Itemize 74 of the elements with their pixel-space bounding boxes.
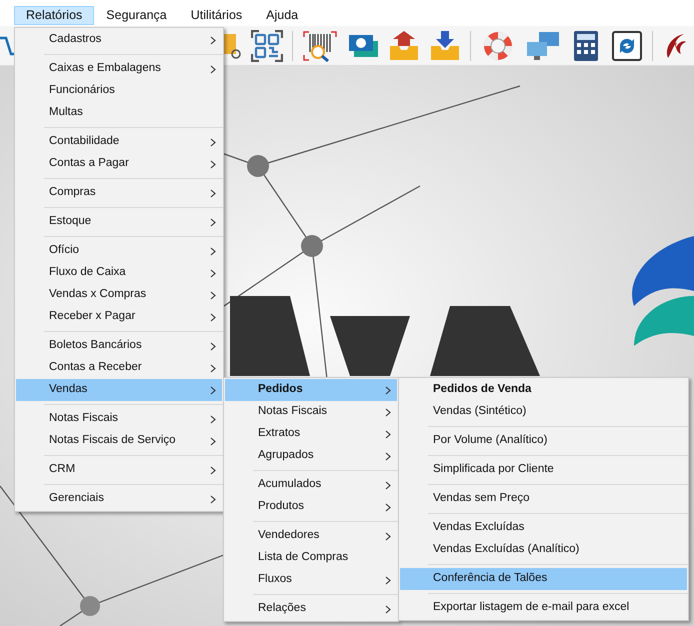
- chevron-right-icon: [210, 188, 216, 198]
- chevron-right-icon: [210, 138, 216, 146]
- chevron-right-icon: [210, 342, 216, 350]
- menu-item[interactable]: Relações: [225, 598, 397, 620]
- chevron-right-icon: [210, 64, 216, 74]
- menu-item[interactable]: Estoque: [16, 211, 222, 233]
- menu-item[interactable]: Notas Fiscais: [16, 408, 222, 430]
- chevron-right-icon: [385, 502, 391, 512]
- chevron-right-icon: [385, 452, 391, 460]
- menu-item[interactable]: Receber x Pagar: [16, 306, 222, 328]
- menu-item[interactable]: Vendas sem Preço: [400, 488, 687, 510]
- menu-item[interactable]: Contabilidade: [16, 131, 222, 153]
- menu-item[interactable]: Exportar listagem de e-mail para excel: [400, 597, 687, 619]
- menu-item[interactable]: Agrupados: [225, 445, 397, 467]
- chevron-right-icon: [210, 436, 216, 446]
- barcode-search-icon[interactable]: [302, 30, 338, 62]
- menu-item[interactable]: Compras: [16, 182, 222, 204]
- menu-item[interactable]: Contas a Receber: [16, 357, 222, 379]
- menu-item[interactable]: Vendedores: [225, 525, 397, 547]
- menu-item[interactable]: Cadastros: [16, 29, 222, 51]
- menu-item[interactable]: Vendas: [16, 379, 222, 401]
- menu-item[interactable]: Contas a Pagar: [16, 153, 222, 175]
- chevron-right-icon: [210, 36, 216, 44]
- menu-item[interactable]: Pedidos: [225, 379, 397, 401]
- menu-item[interactable]: Extratos: [225, 423, 397, 445]
- menu-bar-item[interactable]: Ajuda: [254, 6, 310, 25]
- chevron-right-icon: [385, 604, 391, 614]
- computers-icon[interactable]: [525, 30, 561, 62]
- menu-item[interactable]: Gerenciais: [16, 488, 222, 510]
- menu-item[interactable]: Pedidos de Venda: [400, 379, 687, 401]
- refresh-icon[interactable]: [611, 30, 643, 62]
- chevron-right-icon: [210, 494, 216, 504]
- chevron-right-icon: [210, 414, 216, 424]
- download-tray-icon[interactable]: [429, 30, 461, 62]
- chevron-right-icon: [210, 268, 216, 278]
- menu-item[interactable]: Vendas (Sintético): [400, 401, 687, 423]
- menu-bar-item[interactable]: Segurança: [94, 6, 179, 25]
- menu-item[interactable]: Boletos Bancários: [16, 335, 222, 357]
- chevron-right-icon: [210, 246, 216, 256]
- menu-item[interactable]: Lista de Compras: [225, 547, 397, 569]
- upload-tray-icon[interactable]: [388, 30, 420, 62]
- chevron-right-icon: [210, 290, 216, 300]
- menu-item[interactable]: Notas Fiscais de Serviço: [16, 430, 222, 452]
- chevron-right-icon: [385, 386, 391, 394]
- menu-bar-item[interactable]: Utilitários: [178, 6, 254, 25]
- menu-item[interactable]: Vendas Excluídas: [400, 517, 687, 539]
- menu-item[interactable]: Fluxos: [225, 569, 397, 591]
- chevron-right-icon: [385, 408, 391, 416]
- chevron-right-icon: [385, 430, 391, 438]
- menu-item[interactable]: Funcionários: [16, 80, 222, 102]
- menu-item[interactable]: Conferência de Talões: [400, 568, 687, 590]
- menu-item[interactable]: Multas: [16, 102, 222, 124]
- qr-code-icon[interactable]: [251, 30, 283, 62]
- menu-item[interactable]: CRM: [16, 459, 222, 481]
- chevron-right-icon: [385, 532, 391, 540]
- chevron-right-icon: [210, 218, 216, 226]
- menu-item[interactable]: Produtos: [225, 496, 397, 518]
- chevron-right-icon: [385, 576, 391, 584]
- menu-item[interactable]: Por Volume (Analítico): [400, 430, 687, 452]
- menu-item[interactable]: Notas Fiscais: [225, 401, 397, 423]
- menu-item[interactable]: Ofício: [16, 240, 222, 262]
- menu-bar-item[interactable]: Relatórios: [14, 6, 94, 25]
- menu-item[interactable]: Vendas x Compras: [16, 284, 222, 306]
- chevron-right-icon: [210, 312, 216, 322]
- chevron-right-icon: [210, 364, 216, 372]
- chevron-right-icon: [385, 480, 391, 490]
- chevron-right-icon: [210, 386, 216, 394]
- chevron-right-icon: [210, 160, 216, 168]
- menu-item[interactable]: Fluxo de Caixa: [16, 262, 222, 284]
- menu-item[interactable]: Caixas e Embalagens: [16, 58, 222, 80]
- chevron-right-icon: [210, 466, 216, 474]
- menu-item[interactable]: Acumulados: [225, 474, 397, 496]
- menu-item[interactable]: Simplificada por Cliente: [400, 459, 687, 481]
- menu-item[interactable]: Vendas Excluídas (Analítico): [400, 539, 687, 561]
